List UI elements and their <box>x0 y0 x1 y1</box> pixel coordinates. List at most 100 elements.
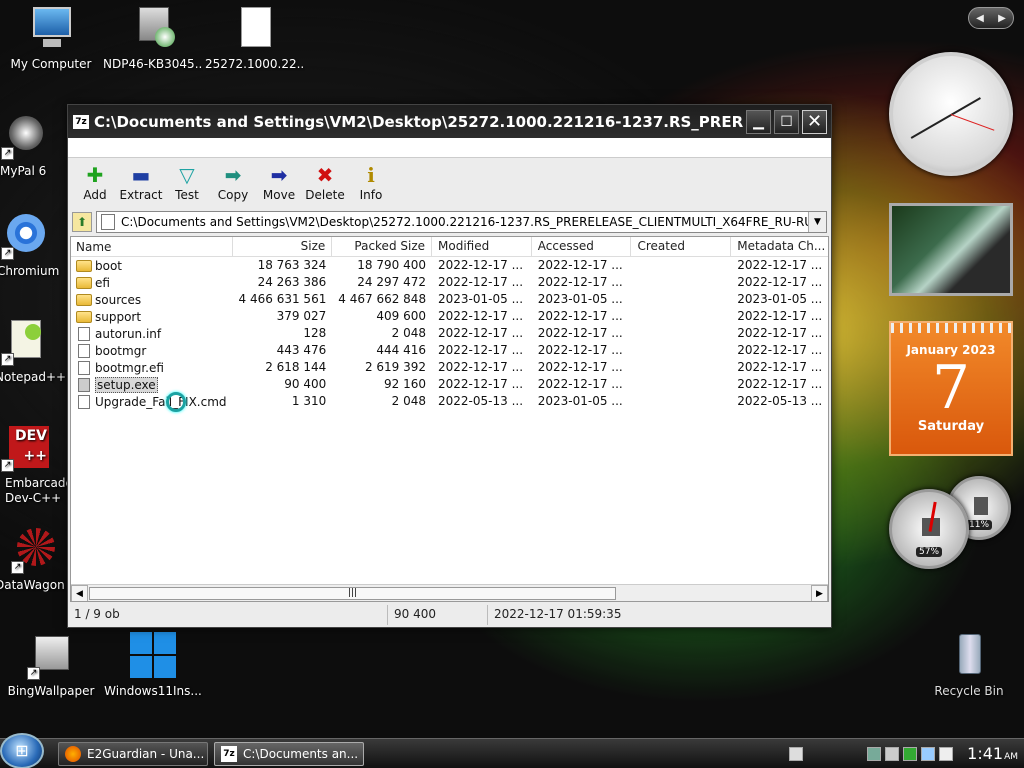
minimize-icon: ▁ <box>753 113 764 130</box>
installer-icon <box>129 5 177 53</box>
slideshow-gadget[interactable] <box>889 203 1013 296</box>
taskbar-item-e2guardian[interactable]: E2Guardian - Una... <box>58 741 208 766</box>
row-created <box>631 325 731 342</box>
clock-time: 1:41 <box>967 743 1004 763</box>
row-accessed: 2022-12-17 ... <box>537 309 623 323</box>
calendar-gadget[interactable]: January 2023 7 Saturday <box>889 321 1013 456</box>
scroll-right-button[interactable]: ▶ <box>811 584 828 601</box>
status-selection: 1 / 9 ob <box>70 605 388 625</box>
row-metadata-changed: 2022-12-17 ... <box>737 343 823 357</box>
row-packed-size: 24 297 472 <box>357 275 427 289</box>
table-row[interactable]: sources 4 466 631 561 4 467 662 848 2023… <box>71 291 828 308</box>
extract-button[interactable]: ▬ Extract <box>118 162 164 208</box>
file-list[interactable]: Name Size Packed Size Modified Accessed … <box>70 236 829 602</box>
table-row-selected[interactable]: setup.exe 90 400 92 160 2022-12-17 ... 2… <box>71 376 828 393</box>
check-icon: ▽ <box>179 163 195 187</box>
address-dropdown-button[interactable]: ▼ <box>808 211 826 232</box>
row-modified: 2022-12-17 ... <box>438 258 524 272</box>
test-button[interactable]: ▽ Test <box>164 162 210 208</box>
taskbar-clock[interactable]: 1:41 AM <box>967 743 1018 763</box>
chevron-right-icon: ▶ <box>816 588 823 599</box>
row-created <box>631 342 731 359</box>
next-arrow-icon[interactable]: ▶ <box>998 13 1006 24</box>
desktop-icon-label: BingWallpaper <box>7 684 95 698</box>
firefox-icon <box>65 745 81 762</box>
column-created[interactable]: Created <box>631 237 732 256</box>
horizontal-scrollbar[interactable]: ◀ ||| ▶ <box>71 584 828 601</box>
gadget-navigator[interactable]: ◀ ▶ <box>968 7 1014 29</box>
address-field[interactable]: C:\Documents and Settings\VM2\Desktop\25… <box>96 210 827 233</box>
plus-icon: ✚ <box>86 163 104 187</box>
cmd-file-icon <box>78 394 90 409</box>
desktop-icon-label: Notepad++ <box>0 370 67 384</box>
table-row[interactable]: support 379 027 409 600 2022-12-17 ... 2… <box>71 308 828 325</box>
table-row[interactable]: boot 18 763 324 18 790 400 2022-12-17 ..… <box>71 257 828 274</box>
clock-hour-hand <box>950 97 981 116</box>
display-icon[interactable] <box>939 746 954 761</box>
scroll-thumb[interactable]: ||| <box>89 586 616 600</box>
row-size: 1 310 <box>291 394 327 408</box>
move-button[interactable]: ➡ Move <box>256 162 302 208</box>
desktop-icon-recycle-bin[interactable]: Recycle Bin <box>919 632 1019 698</box>
row-name: bootmgr <box>95 343 147 358</box>
info-button[interactable]: i Info <box>348 162 394 208</box>
row-size: 24 263 386 <box>257 275 327 289</box>
menu-bar[interactable] <box>68 138 831 158</box>
add-button[interactable]: ✚ Add <box>72 162 118 208</box>
column-accessed[interactable]: Accessed <box>532 237 632 256</box>
cpu-meter-gadget[interactable]: 57% <box>889 489 969 569</box>
column-modified[interactable]: Modified <box>432 237 532 256</box>
start-button[interactable]: ⊞ <box>0 732 44 768</box>
window-titlebar[interactable]: 7z C:\Documents and Settings\VM2\Desktop… <box>68 105 831 138</box>
desktop-icon-label: NDP46-KB3045... <box>103 57 203 71</box>
desktop-icon-chromium[interactable]: ↗ Chromium <box>0 212 75 278</box>
row-created <box>631 308 731 325</box>
scroll-left-button[interactable]: ◀ <box>71 584 88 601</box>
table-row[interactable]: efi 24 263 386 24 297 472 2022-12-17 ...… <box>71 274 828 291</box>
desktop-icon-label: My Computer <box>10 57 92 71</box>
column-metadata-changed[interactable]: Metadata Ch... <box>731 237 828 256</box>
close-icon: ✕ <box>806 111 823 132</box>
desktop-icon-iso-file[interactable]: 25272.1000.22... <box>205 5 305 71</box>
battery-icon[interactable] <box>921 746 936 761</box>
volume-icon[interactable] <box>885 746 900 761</box>
taskbar-item-label: C:\Documents an... <box>243 746 359 761</box>
windows-logo-icon: ⊞ <box>15 741 29 760</box>
desktop-icon-mypal[interactable]: ↗ MyPal 6 <box>0 112 75 178</box>
column-name[interactable]: Name <box>71 237 233 256</box>
calendar-weekday: Saturday <box>917 419 985 434</box>
row-metadata-changed: 2022-12-17 ... <box>737 275 823 289</box>
clock-gadget[interactable] <box>889 52 1013 176</box>
network-icon[interactable] <box>867 746 882 761</box>
keyboard-icon[interactable] <box>789 746 804 761</box>
toolbar: ✚ Add ▬ Extract ▽ Test ➡ Copy ➡ Move ✖ D… <box>68 158 831 208</box>
taskbar: ⊞ E2Guardian - Una... 7z C:\Documents an… <box>0 732 1024 768</box>
scroll-track[interactable]: ||| <box>88 586 811 601</box>
folder-icon <box>76 293 92 306</box>
move-arrow-icon: ➡ <box>270 163 288 187</box>
shortcut-arrow-icon: ↗ <box>1 147 14 160</box>
prev-arrow-icon[interactable]: ◀ <box>976 13 984 24</box>
desktop-icon-my-computer[interactable]: My Computer <box>1 5 101 71</box>
desktop-icon-ndp46[interactable]: NDP46-KB3045... <box>103 5 203 71</box>
settings-file-icon <box>78 326 90 341</box>
column-size[interactable]: Size <box>233 237 333 256</box>
table-row[interactable]: bootmgr.efi 2 618 144 2 619 392 2022-12-… <box>71 359 828 376</box>
file-icon <box>231 5 279 53</box>
table-row[interactable]: bootmgr 443 476 444 416 2022-12-17 ... 2… <box>71 342 828 359</box>
minimize-button[interactable]: ▁ <box>746 109 771 134</box>
copy-button[interactable]: ➡ Copy <box>210 162 256 208</box>
up-folder-button[interactable]: ⬆ <box>72 211 92 232</box>
delete-button[interactable]: ✖ Delete <box>302 162 348 208</box>
desktop-icon-notepadpp[interactable]: ↗ Notepad++ <box>0 318 75 384</box>
desktop-icon-devcpp[interactable]: DEV ++ ↗ Embarcadero Dev-C++ <box>0 424 85 506</box>
column-packed-size[interactable]: Packed Size <box>332 237 433 256</box>
desktop-icon-windows11ins[interactable]: Windows11Ins... <box>103 632 203 698</box>
taskbar-item-7zip[interactable]: 7z C:\Documents an... <box>214 741 364 766</box>
desktop-icon-bingwallpaper[interactable]: ↗ BingWallpaper <box>1 632 101 698</box>
security-icon[interactable] <box>903 746 918 761</box>
busy-cursor-icon <box>166 392 186 412</box>
maximize-button[interactable]: ☐ <box>774 109 799 134</box>
table-row[interactable]: autorun.inf 128 2 048 2022-12-17 ... 202… <box>71 325 828 342</box>
close-button[interactable]: ✕ <box>802 109 827 134</box>
